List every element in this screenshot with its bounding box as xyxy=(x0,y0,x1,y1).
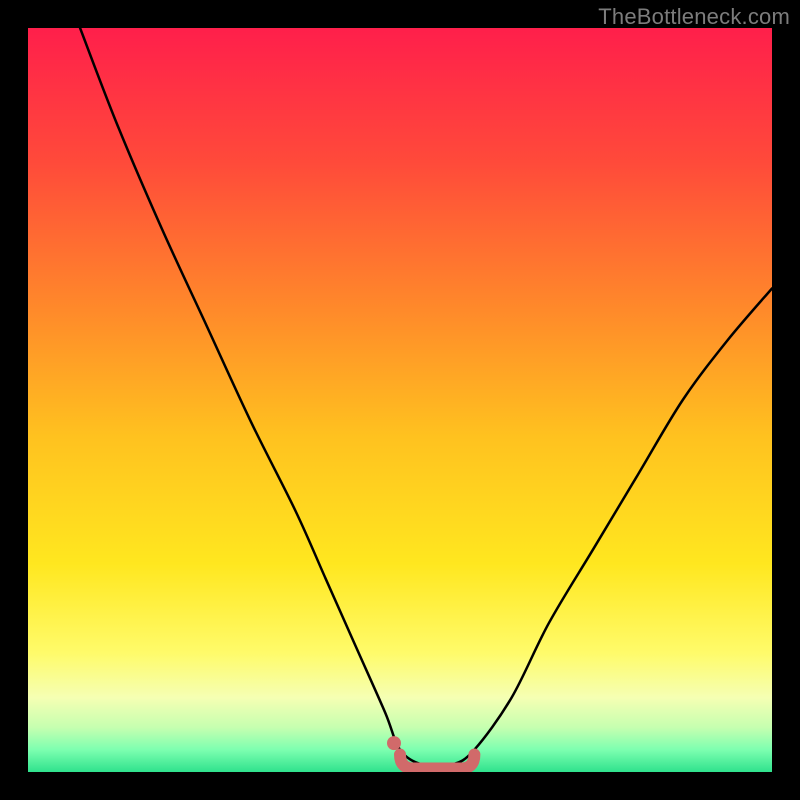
chart-frame xyxy=(28,28,772,772)
watermark-text: TheBottleneck.com xyxy=(598,4,790,30)
chart-svg xyxy=(28,28,772,772)
valley-dot xyxy=(387,736,401,750)
gradient-background xyxy=(28,28,772,772)
